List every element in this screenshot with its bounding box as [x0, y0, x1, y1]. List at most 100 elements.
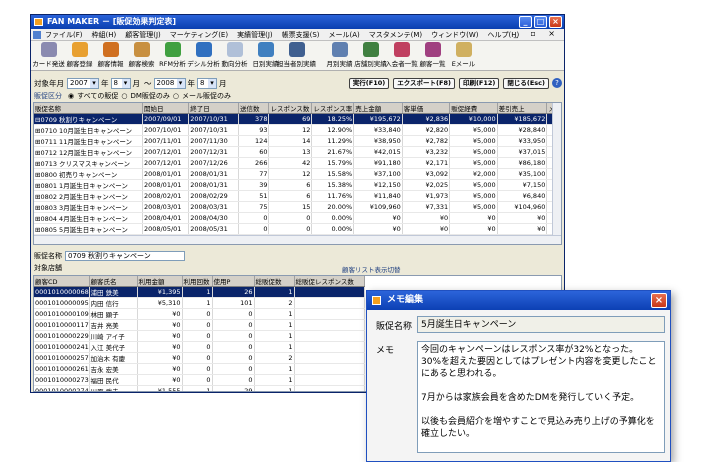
menu-item[interactable]: 枠組(H): [92, 30, 117, 40]
toolbar-button-email[interactable]: Eメール: [448, 42, 479, 68]
run-button[interactable]: 実行(F10): [348, 77, 390, 89]
detail-name-row: 販促名称 0709 秋割りキャンペーン: [34, 250, 562, 262]
radio-all[interactable]: ◉: [68, 92, 74, 100]
toolbar-button-rfm[interactable]: RFM分析: [157, 42, 188, 68]
table-cell: ⊞0711 11月誕生日キャンペーン: [34, 135, 143, 147]
toolbar-button-customer-list[interactable]: 顧客一覧: [417, 42, 448, 68]
table-row[interactable]: 0001010000261 吉永 宏美 ¥0 0 0 1: [34, 363, 365, 375]
table-cell: 1: [254, 385, 295, 391]
mdi-controls[interactable]: _ ▫ ×: [514, 29, 560, 38]
table-row[interactable]: ⊞0712 12月誕生日キャンペーン 2007/12/01 2007/12/31 60…: [34, 146, 561, 158]
close-button[interactable]: ×: [549, 16, 562, 28]
close-window-button[interactable]: 閉じる(Esc): [503, 77, 549, 89]
column-header[interactable]: 利用金額: [137, 276, 183, 287]
memo-name-field[interactable]: 5月誕生日キャンペーン: [417, 316, 665, 333]
table-row[interactable]: ⊞0801 1月誕生日キャンペーン 2008/01/01 2008/01/31 39 6…: [34, 179, 561, 191]
menu-item[interactable]: 実績管理(J): [237, 30, 273, 40]
campaign-hscroll[interactable]: [34, 235, 561, 244]
column-header[interactable]: 販促名称: [34, 103, 143, 114]
menu-item[interactable]: ウィンドウ(W): [431, 30, 478, 40]
table-row[interactable]: ⊟0709 秋割りキャンペーン 2007/09/01 2007/10/31 378 69…: [34, 113, 561, 125]
column-header[interactable]: 販促経費: [449, 103, 498, 114]
table-cell: ¥2,820: [402, 124, 451, 136]
toolbar-button-customer-search[interactable]: 顧客検索: [126, 42, 157, 68]
column-header[interactable]: 終了日: [188, 103, 239, 114]
column-header[interactable]: 客単価: [402, 103, 451, 114]
table-cell: ¥33,950: [497, 135, 548, 147]
toolbar-button-customer-register[interactable]: 顧客登録: [64, 42, 95, 68]
table-row[interactable]: ⊞0805 5月誕生日キャンペーン 2008/05/01 2008/05/31 0 0 0…: [34, 223, 561, 235]
table-cell: 12.90%: [311, 124, 355, 136]
column-header[interactable]: 総販促数: [254, 276, 295, 287]
menu-bar: ファイル(F) 枠組(H) 顧客管理(J) マーケティング(E) 実績管理(J) 帳票支援…: [31, 29, 564, 41]
toolbar-button-decile[interactable]: デシル分析: [187, 42, 220, 68]
title-bar[interactable]: FAN MAKER － [販促効果判定表] _ □ ×: [31, 15, 564, 29]
memo-title-bar[interactable]: メモ編集 ×: [367, 291, 670, 310]
column-header[interactable]: レスポンス率: [311, 103, 355, 114]
memo-textarea[interactable]: 今回のキャンペーンはレスポンス率が32%となった。 30%を超えた要因としてはプレ…: [417, 341, 665, 453]
table-row[interactable]: 0001010000241 入江 美代子 ¥0 0 0 1: [34, 341, 365, 353]
table-row[interactable]: ⊞0711 11月誕生日キャンペーン 2007/11/01 2007/11/30 12…: [34, 135, 561, 147]
menu-item[interactable]: 帳票支援(S): [282, 30, 320, 40]
column-header[interactable]: 利用回数: [182, 276, 213, 287]
toolbar-button-store[interactable]: 店舗別実績: [354, 42, 387, 68]
help-icon[interactable]: ?: [552, 78, 562, 88]
column-header[interactable]: 送信数: [238, 103, 270, 114]
table-cell: ¥5,310: [137, 297, 183, 309]
export-button[interactable]: エクスポート(F8): [393, 77, 455, 89]
menu-item[interactable]: マスタメンテ(M): [369, 30, 422, 40]
memo-close-button[interactable]: ×: [651, 293, 667, 308]
column-header[interactable]: 売上金額: [353, 103, 403, 114]
table-row[interactable]: 0001010000257 加治木 有慶 ¥0 0 0 2: [34, 352, 365, 364]
column-header[interactable]: レスポンス数: [268, 103, 313, 114]
table-cell: [294, 330, 365, 342]
table-cell: 42: [268, 157, 313, 169]
column-header[interactable]: 顧客CD: [34, 276, 90, 287]
toolbar-button-trend[interactable]: 動向分析: [219, 42, 250, 68]
to-year-select[interactable]: 2008: [153, 77, 186, 89]
column-header[interactable]: 差引売上: [497, 103, 548, 114]
table-cell: 12: [268, 124, 313, 136]
column-header[interactable]: 顧客氏名: [89, 276, 138, 287]
table-row[interactable]: 0001010000117 吉井 亮美 ¥0 0 0 1: [34, 319, 365, 331]
from-month-select[interactable]: 8: [110, 77, 131, 89]
toolbar-button-monthly[interactable]: 月別実績: [324, 42, 355, 68]
menu-item[interactable]: ファイル(F): [45, 30, 83, 40]
table-row[interactable]: 0001010000229 川崎 アイ子 ¥0 0 0 1: [34, 330, 365, 342]
menu-item[interactable]: 顧客管理(J): [125, 30, 161, 40]
app-menu-icon[interactable]: [33, 30, 41, 39]
column-header[interactable]: 開始日: [142, 103, 190, 114]
radio-mail[interactable]: ○: [173, 92, 179, 100]
table-row[interactable]: ⊞0710 10月誕生日キャンペーン 2007/10/01 2007/10/31 93…: [34, 124, 561, 136]
table-row[interactable]: ⊞0804 4月誕生日キャンペーン 2008/04/01 2008/04/30 0 0 0…: [34, 212, 561, 224]
table-row[interactable]: 0001010000274 川原 武夫 ¥1,555 1 29 1: [34, 385, 365, 391]
print-button[interactable]: 印刷(F12): [458, 77, 500, 89]
table-cell: ¥5,000: [449, 124, 498, 136]
toolbar-button-card-send[interactable]: カード発送: [32, 42, 65, 68]
column-header[interactable]: 使用P: [212, 276, 255, 287]
column-header[interactable]: 総販促レスポンス数: [294, 276, 365, 287]
to-month-select[interactable]: 8: [197, 77, 217, 89]
menu-item[interactable]: マーケティング(E): [170, 30, 228, 40]
table-cell: 吉永 宏美: [89, 363, 138, 375]
minimize-button[interactable]: _: [519, 16, 532, 28]
toolbar-button-customer-info[interactable]: 顧客情報: [95, 42, 126, 68]
radio-dm[interactable]: ○: [121, 92, 127, 100]
table-row[interactable]: 0001010000068 浦田 鉄美 ¥1,395 1 26 1: [34, 286, 365, 298]
maximize-button[interactable]: □: [534, 16, 547, 28]
table-row[interactable]: ⊞0800 初売りキャンペーン 2008/01/01 2008/01/31 77 12 1…: [34, 168, 561, 180]
table-row[interactable]: ⊞0803 3月誕生日キャンペーン 2008/03/01 2008/03/31 75 1…: [34, 201, 561, 213]
toolbar-button-staff[interactable]: 担当者別実績: [277, 42, 316, 68]
menu-item[interactable]: メール(A): [329, 30, 360, 40]
detail-name-field[interactable]: 0709 秋割りキャンペーン: [65, 251, 185, 261]
customer-list-toggle[interactable]: 顧客リスト表示切替: [342, 264, 401, 274]
table-cell: 2008/01/01: [142, 168, 190, 180]
table-row[interactable]: ⊞0802 2月誕生日キャンペーン 2008/02/01 2008/02/29 51 6…: [34, 190, 561, 202]
table-row[interactable]: ⊞0713 クリスマスキャンペーン 2007/12/01 2007/12/26 266…: [34, 157, 561, 169]
toolbar-button-member-list[interactable]: 入会者一覧: [385, 42, 418, 68]
campaign-vscroll[interactable]: [552, 103, 561, 244]
table-row[interactable]: 0001010000095 内田 信行 ¥5,310 1 101 2: [34, 297, 365, 309]
from-year-select[interactable]: 2007: [67, 77, 99, 89]
table-row[interactable]: 0001010000273 福田 民代 ¥0 0 0 1: [34, 374, 365, 386]
table-row[interactable]: 0001010000109 林田 顕子 ¥0 0 0 1: [34, 308, 365, 320]
